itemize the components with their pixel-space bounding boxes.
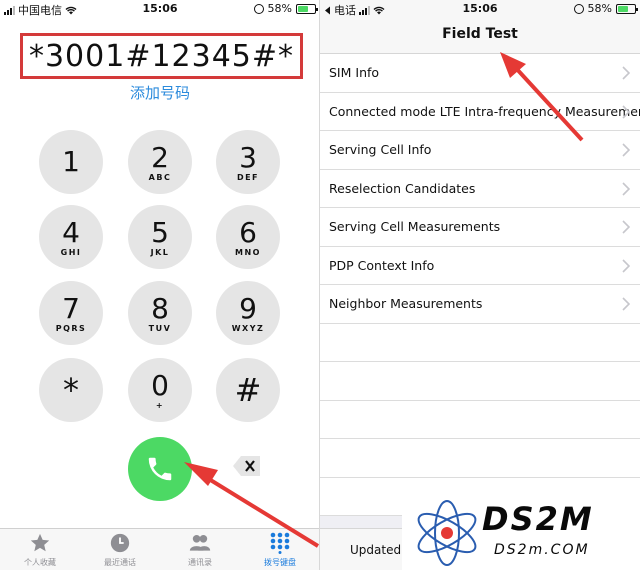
delete-button[interactable] [232, 455, 262, 477]
key-letters: WXYZ [231, 323, 265, 333]
tab-favorites[interactable]: 个人收藏 [0, 529, 80, 570]
list-item[interactable]: Connected mode LTE Intra-frequency Measu… [320, 92, 640, 131]
field-test-screen: 电话 15:06 58% Field Test SIM Info Connecte… [320, 0, 640, 570]
key-digit: 8 [151, 291, 169, 325]
chevron-right-icon [622, 297, 630, 311]
watermark-brand: DS2M [482, 500, 594, 538]
key-7[interactable]: 7 PQRS [39, 281, 103, 345]
key-0[interactable]: 0 + [128, 358, 192, 422]
key-3[interactable]: 3 DEF [216, 130, 280, 194]
key-hash[interactable]: # [216, 358, 280, 422]
tab-contacts[interactable]: 通讯录 [160, 529, 240, 570]
key-digit: 2 [151, 140, 169, 174]
list-item-label: Serving Cell Info [329, 142, 432, 158]
tab-keypad[interactable]: 拨号键盘 [240, 529, 320, 570]
key-digit: 4 [62, 215, 80, 249]
chevron-right-icon [622, 66, 630, 80]
key-4[interactable]: 4 GHI [39, 205, 103, 269]
key-8[interactable]: 8 TUV [128, 281, 192, 345]
key-letters: ABC [148, 172, 172, 182]
tab-label: 通讯录 [188, 558, 212, 567]
key-letters: TUV [148, 323, 172, 333]
updated-label: Updated [350, 543, 402, 557]
chevron-right-icon [622, 258, 630, 273]
phone-icon [148, 457, 172, 481]
list-item-label: Serving Cell Measurements [329, 219, 501, 235]
empty-row [320, 323, 640, 362]
key-letters: GHI [60, 247, 82, 257]
key-digit: 7 [62, 291, 80, 325]
dialer-screen: 中国电信 15:06 58% *3001#12345#* 添加号码 1 2 ABC 3… [0, 0, 320, 570]
key-digit: 9 [239, 291, 257, 325]
chevron-right-icon [622, 104, 630, 119]
key-digit: 0 [151, 368, 169, 402]
nav-bar: Field Test [320, 18, 640, 54]
list-item[interactable]: SIM Info [320, 54, 640, 93]
battery-percent: 58% [587, 2, 612, 15]
rotation-lock-icon [253, 3, 264, 14]
list-item-label: Neighbor Measurements [329, 296, 483, 312]
status-right: 58% [573, 2, 638, 15]
list-item-label: Reselection Candidates [329, 180, 476, 196]
key-letters: DEF [236, 172, 260, 182]
empty-row [320, 362, 640, 401]
tab-recents[interactable]: 最近通话 [80, 529, 160, 570]
key-5[interactable]: 5 JKL [128, 205, 192, 269]
key-letters: MNO [235, 247, 261, 257]
battery-percent: 58% [267, 2, 292, 15]
tab-label: 拨号键盘 [264, 558, 296, 567]
dialed-number[interactable]: *3001#12345#* [20, 33, 303, 79]
contacts-icon [189, 532, 211, 554]
status-bar: 中国电信 15:06 58% [0, 0, 320, 18]
atom-logo-icon [417, 500, 477, 566]
star-icon [29, 532, 51, 554]
tab-label: 最近通话 [104, 558, 136, 567]
clock-icon [109, 532, 131, 554]
key-9[interactable]: 9 WXYZ [216, 281, 280, 345]
list-item[interactable]: Neighbor Measurements [320, 285, 640, 324]
chevron-right-icon [622, 181, 630, 196]
watermark: DS2M DS2m.COM [402, 496, 640, 570]
page-title: Field Test [442, 26, 518, 42]
keypad-icon [269, 532, 291, 554]
list-item-label: Connected mode LTE Intra-frequency Measu… [329, 103, 640, 119]
battery-icon [616, 3, 638, 14]
tab-bar: 个人收藏 最近通话 通讯录 拨号键盘 [0, 528, 320, 570]
watermark-site: DS2m.COM [494, 542, 590, 558]
key-digit: * [63, 371, 79, 409]
key-star[interactable]: * [39, 358, 103, 422]
key-letters: PQRS [55, 323, 87, 333]
key-digit: # [234, 371, 262, 409]
call-button[interactable] [128, 437, 192, 501]
list-item[interactable]: Reselection Candidates [320, 169, 640, 208]
add-number-link[interactable]: 添加号码 [0, 82, 320, 103]
field-test-list: SIM Info Connected mode LTE Intra-frequen… [320, 54, 640, 516]
list-item[interactable]: Serving Cell Measurements [320, 208, 640, 247]
key-2[interactable]: 2 ABC [128, 130, 192, 194]
key-1[interactable]: 1 [39, 130, 103, 194]
backspace-icon [233, 456, 260, 476]
tab-label: 个人收藏 [24, 558, 56, 567]
key-letters: JKL [150, 247, 170, 257]
list-item[interactable]: Serving Cell Info [320, 131, 640, 170]
key-digit: 3 [239, 140, 257, 174]
key-digit: 5 [151, 215, 169, 249]
status-right: 58% [253, 2, 318, 15]
chevron-right-icon [622, 220, 630, 234]
key-digit: 1 [62, 145, 80, 178]
key-digit: 6 [239, 215, 257, 249]
chevron-right-icon [622, 143, 630, 157]
empty-row [320, 400, 640, 439]
list-item-label: SIM Info [329, 65, 380, 81]
key-6[interactable]: 6 MNO [216, 205, 280, 269]
list-item-label: PDP Context Info [329, 257, 435, 273]
battery-icon [296, 3, 318, 14]
list-item[interactable]: PDP Context Info [320, 246, 640, 285]
status-bar: 电话 15:06 58% [320, 0, 640, 18]
rotation-lock-icon [573, 3, 584, 14]
key-letters: + [155, 400, 165, 410]
empty-row [320, 439, 640, 478]
